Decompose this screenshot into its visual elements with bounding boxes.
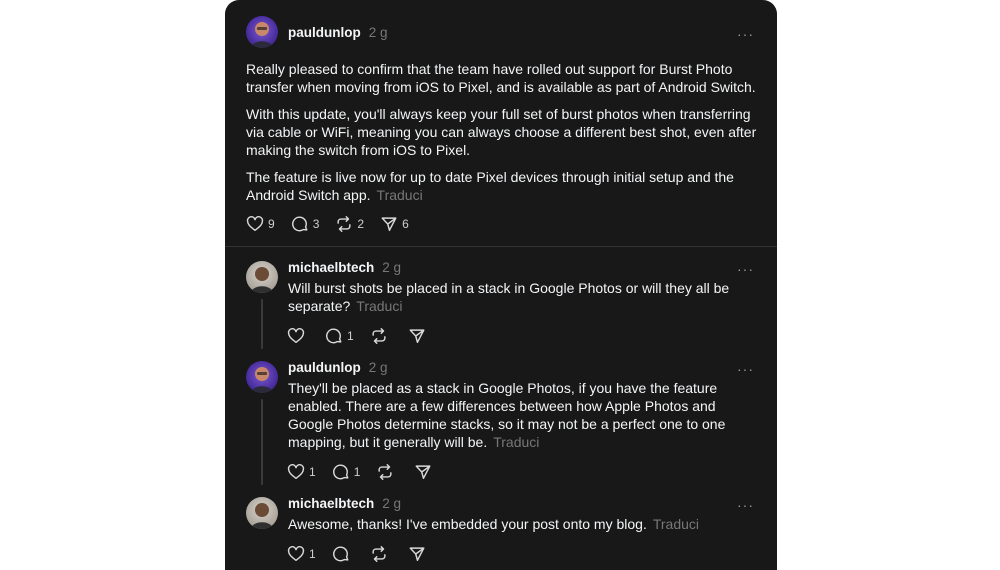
comment-icon bbox=[291, 216, 308, 232]
repost-icon bbox=[372, 328, 386, 344]
reply-username[interactable]: michaelbtech 2 g bbox=[288, 260, 401, 275]
post-paragraph: Really pleased to confirm that the team … bbox=[246, 61, 756, 95]
more-options-icon[interactable]: ··· bbox=[737, 362, 753, 379]
repost-icon bbox=[372, 546, 386, 562]
share-button[interactable] bbox=[408, 327, 430, 345]
repost-button[interactable] bbox=[376, 463, 398, 481]
share-button[interactable]: 6 bbox=[380, 215, 409, 233]
send-icon bbox=[381, 217, 397, 232]
send-icon bbox=[409, 329, 425, 344]
like-button[interactable]: 1 bbox=[287, 463, 316, 481]
post-paragraph-last: The feature is live now for up to date P… bbox=[246, 169, 734, 203]
translate-link[interactable]: Traduci bbox=[377, 187, 423, 203]
send-icon bbox=[415, 465, 431, 480]
repost-icon bbox=[337, 216, 351, 232]
heart-icon bbox=[287, 546, 305, 562]
avatar-person-icon bbox=[251, 503, 273, 529]
repost-button[interactable] bbox=[370, 327, 392, 345]
comment-icon bbox=[332, 464, 349, 480]
reply-time: 2 g bbox=[382, 496, 402, 511]
like-count: 1 bbox=[309, 547, 316, 561]
share-count: 6 bbox=[402, 217, 409, 231]
reply-username[interactable]: pauldunlop 2 g bbox=[288, 360, 388, 375]
comment-icon bbox=[332, 546, 349, 562]
share-button[interactable] bbox=[408, 545, 430, 563]
more-options-icon[interactable]: ··· bbox=[737, 498, 753, 515]
post-paragraph: With this update, you'll always keep you… bbox=[246, 106, 757, 158]
reply-time: 2 g bbox=[368, 360, 388, 375]
reply-item: michaelbtech 2 g ··· Will burst shots be … bbox=[225, 247, 777, 347]
post-time: 2 g bbox=[368, 25, 388, 40]
like-button[interactable]: 9 bbox=[246, 215, 275, 233]
avatar[interactable] bbox=[246, 497, 278, 529]
avatar[interactable] bbox=[246, 16, 278, 48]
share-button[interactable] bbox=[414, 463, 436, 481]
reply-body: They'll be placed as a stack in Google P… bbox=[288, 380, 726, 450]
comment-count: 1 bbox=[347, 329, 354, 343]
post-username[interactable]: pauldunlop 2 g bbox=[288, 25, 388, 40]
repost-icon bbox=[378, 464, 392, 480]
reply-item: michaelbtech 2 g ··· Awesome, thanks! I'v… bbox=[225, 483, 777, 570]
main-post: pauldunlop 2 g ··· Really pleased to conf… bbox=[225, 0, 777, 246]
reply-body: Awesome, thanks! I've embedded your post… bbox=[288, 516, 700, 532]
comment-button[interactable] bbox=[332, 545, 354, 563]
translate-link[interactable]: Traduci bbox=[493, 434, 539, 450]
avatar-person-icon bbox=[251, 22, 273, 48]
reply-username[interactable]: michaelbtech 2 g bbox=[288, 496, 401, 511]
heart-icon bbox=[287, 464, 305, 480]
reply-body: Will burst shots be placed in a stack in… bbox=[288, 280, 730, 314]
post-body: Really pleased to confirm that the team … bbox=[246, 60, 761, 204]
thread-card: pauldunlop 2 g ··· Really pleased to conf… bbox=[225, 0, 777, 570]
like-button[interactable]: 1 bbox=[287, 545, 316, 563]
repost-button[interactable] bbox=[370, 545, 392, 563]
comment-count: 3 bbox=[312, 217, 320, 231]
more-options-icon[interactable]: ··· bbox=[737, 262, 753, 279]
repost-count: 2 bbox=[357, 217, 365, 231]
reply-actions: 1 bbox=[287, 544, 446, 564]
send-icon bbox=[409, 547, 425, 562]
comment-button[interactable]: 1 bbox=[325, 327, 354, 345]
reply-time: 2 g bbox=[382, 260, 402, 275]
heart-icon bbox=[246, 216, 264, 232]
avatar-person-icon bbox=[251, 267, 273, 293]
repost-button[interactable]: 2 bbox=[335, 215, 364, 233]
post-actions: 9 3 2 6 bbox=[246, 214, 425, 234]
like-count: 9 bbox=[268, 217, 275, 231]
comment-icon bbox=[326, 328, 342, 344]
translate-link[interactable]: Traduci bbox=[653, 516, 699, 532]
translate-link[interactable]: Traduci bbox=[356, 298, 402, 314]
like-button[interactable] bbox=[287, 327, 309, 345]
avatar[interactable] bbox=[246, 261, 278, 293]
more-options-icon[interactable]: ··· bbox=[737, 27, 753, 44]
avatar[interactable] bbox=[246, 361, 278, 393]
comment-button[interactable]: 3 bbox=[291, 215, 320, 233]
reply-actions: 1 1 bbox=[287, 462, 452, 482]
comment-button[interactable]: 1 bbox=[332, 463, 361, 481]
reply-actions: 1 bbox=[287, 326, 446, 346]
comment-count: 1 bbox=[353, 465, 361, 479]
avatar-person-icon bbox=[251, 367, 273, 393]
like-count: 1 bbox=[309, 465, 316, 479]
heart-icon bbox=[287, 328, 305, 344]
reply-item: pauldunlop 2 g ··· They'll be placed as a… bbox=[225, 347, 777, 487]
